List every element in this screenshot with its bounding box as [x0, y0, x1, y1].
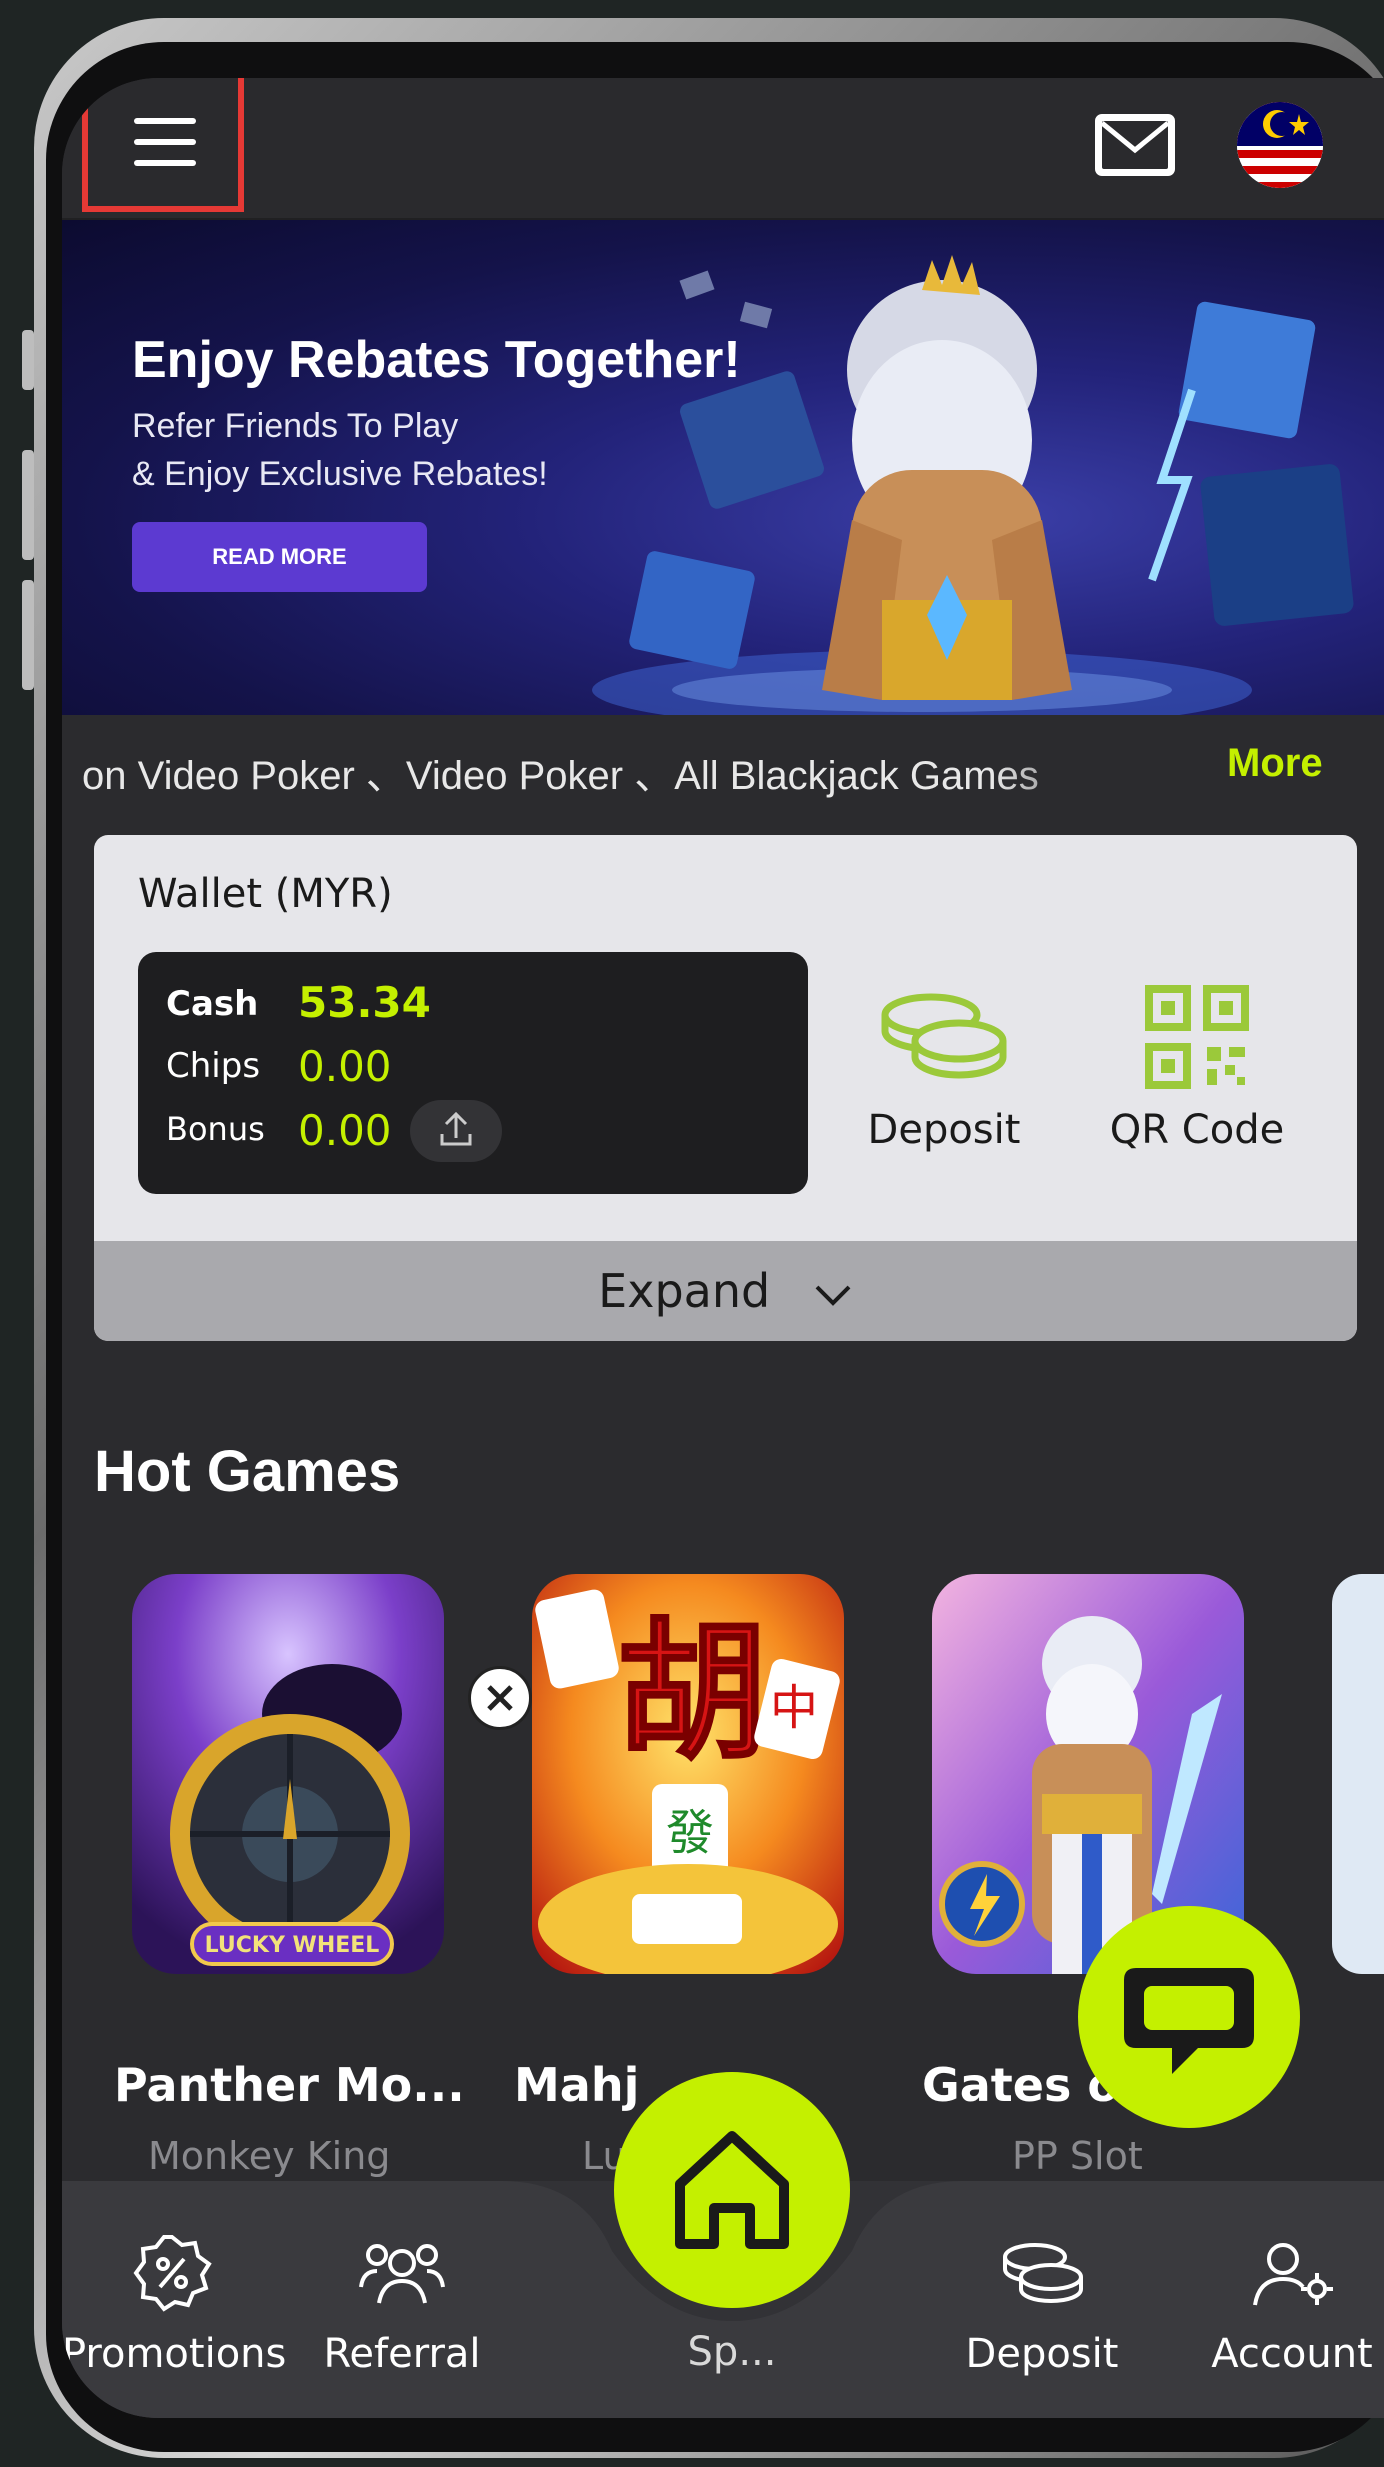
home-button[interactable]	[614, 2072, 850, 2308]
close-icon[interactable]	[468, 1666, 532, 1730]
coins-icon	[1003, 2243, 1083, 2304]
malaysia-flag-icon[interactable]	[1237, 102, 1323, 188]
cash-value: 53.34	[298, 978, 431, 1027]
nav-account[interactable]: Account	[1162, 2181, 1384, 2418]
hamburger-menu-icon[interactable]	[82, 78, 244, 212]
upload-icon	[440, 1111, 472, 1146]
deposit-label: Deposit	[867, 1107, 1021, 1153]
chevron-down-icon	[815, 1285, 851, 1306]
nav-label: Deposit	[965, 2331, 1119, 2377]
expand-button[interactable]: Expand	[94, 1241, 1357, 1341]
device-volume-down	[22, 580, 34, 690]
device-side-button	[22, 330, 34, 390]
banner-subtitle: Refer Friends To Play & Enjoy Exclusive …	[132, 407, 548, 493]
banner-title: Enjoy Rebates Together!	[132, 331, 741, 389]
mail-icon[interactable]	[1093, 112, 1177, 178]
home-icon	[675, 2131, 789, 2249]
svg-text:胡: 胡	[617, 1606, 767, 1780]
game-provider: PP Slot	[1012, 2134, 1143, 2178]
nav-deposit[interactable]: Deposit	[922, 2181, 1162, 2418]
nav-label: Promotions	[62, 2331, 287, 2377]
percent-badge-icon	[133, 2235, 212, 2312]
nav-label: Account	[1211, 2331, 1373, 2377]
wallet-title: Wallet (MYR)	[138, 871, 393, 917]
game-card-partial[interactable]	[1332, 1574, 1384, 1974]
promo-banner[interactable]: Enjoy Rebates Together! Refer Friends To…	[62, 220, 1384, 715]
game-thumbnail: 胡 中 發	[532, 1574, 844, 1974]
deposit-button[interactable]: Deposit	[854, 985, 1034, 1153]
more-link[interactable]: More	[1227, 741, 1323, 786]
cash-label: Cash	[166, 984, 259, 1024]
ticker-text: on Video Poker 、Video Poker 、All Blackja…	[82, 754, 1039, 798]
svg-text:發: 發	[666, 1805, 714, 1861]
expand-label: Expand	[598, 1264, 771, 1318]
chips-value: 0.00	[298, 1042, 392, 1091]
svg-text:LUCKY WHEEL: LUCKY WHEEL	[205, 1933, 380, 1958]
device-volume-up	[22, 450, 34, 560]
game-card-panther[interactable]: LUCKY WHEEL	[132, 1574, 444, 1974]
coins-icon	[881, 993, 1007, 1079]
announcement-ticker: on Video Poker 、Video Poker 、All Blackja…	[62, 715, 1384, 825]
top-bar	[62, 78, 1384, 220]
bonus-label: Bonus	[166, 1110, 265, 1148]
qr-code-icon	[1145, 985, 1249, 1089]
bonus-transfer-button[interactable]	[410, 1100, 502, 1162]
bonus-value: 0.00	[298, 1106, 392, 1155]
live-chat-button[interactable]	[1078, 1906, 1300, 2128]
nav-promotions[interactable]: Promotions	[62, 2181, 287, 2418]
game-thumbnail: LUCKY WHEEL	[132, 1574, 444, 1974]
chat-bubble-icon	[1124, 1968, 1254, 2074]
read-more-button[interactable]: READ MORE	[132, 522, 427, 592]
nav-referral[interactable]: Referral	[302, 2181, 502, 2418]
app-screen: Enjoy Rebates Together! Refer Friends To…	[62, 78, 1384, 2418]
game-card-mahjong[interactable]: 胡 中 發	[532, 1574, 844, 1974]
qr-code-label: QR Code	[1109, 1107, 1285, 1153]
users-icon	[359, 2244, 445, 2304]
wallet-card: Wallet (MYR) Cash 53.34 Chips 0.00 Bonus…	[94, 835, 1357, 1341]
game-provider: Monkey King	[148, 2134, 391, 2178]
chips-label: Chips	[166, 1046, 261, 1086]
nav-label: Referral	[323, 2331, 481, 2377]
nav-label: Sp...	[687, 2329, 777, 2375]
balance-box: Cash 53.34 Chips 0.00 Bonus 0.00	[138, 952, 808, 1194]
game-name: Panther Mo...	[114, 2058, 465, 2112]
user-settings-icon	[1253, 2243, 1333, 2306]
qr-code-button[interactable]: QR Code	[1082, 985, 1312, 1153]
hot-games-title: Hot Games	[94, 1439, 401, 1504]
svg-text:中: 中	[770, 1680, 818, 1736]
